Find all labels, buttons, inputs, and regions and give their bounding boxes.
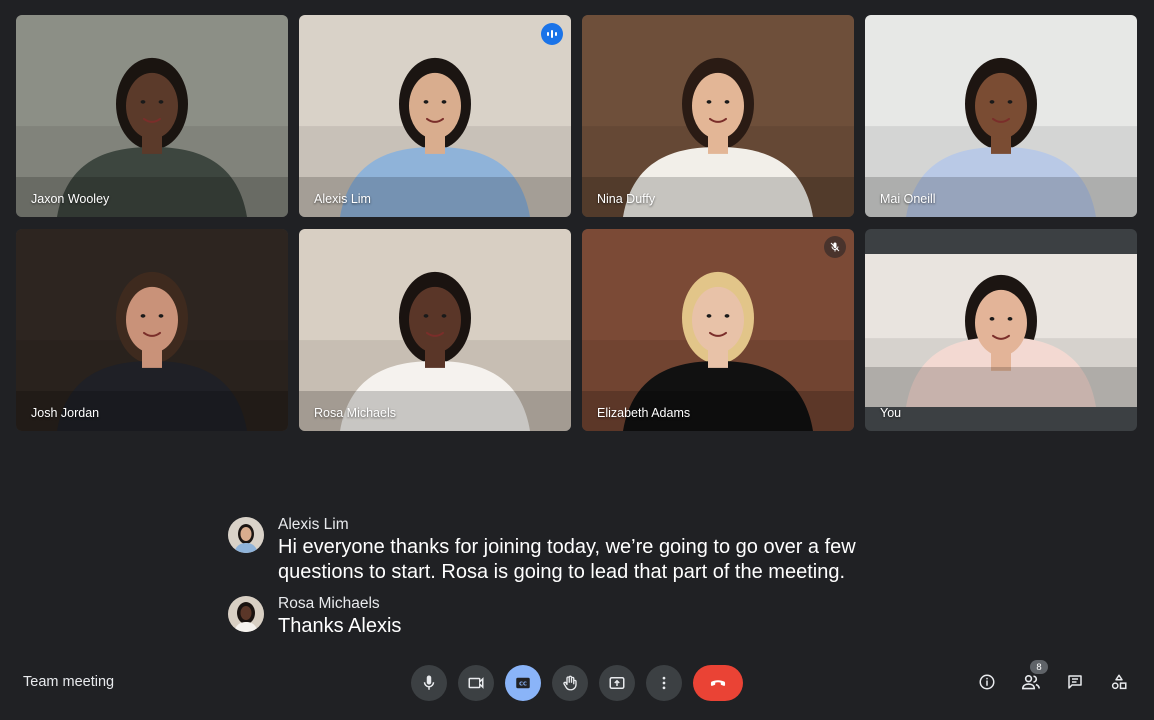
- participant-tile[interactable]: Mai Oneill: [865, 15, 1137, 217]
- info-icon: [979, 674, 995, 690]
- captions-button[interactable]: CC: [505, 665, 541, 701]
- caption-entry: Rosa Michaels Thanks Alexis: [228, 594, 928, 639]
- more-vert-icon: [662, 676, 666, 690]
- participant-video: [16, 15, 288, 217]
- svg-text:CC: CC: [519, 681, 527, 687]
- call-end-icon: [710, 680, 726, 686]
- mic-off-icon: [824, 236, 846, 258]
- captions-panel: Alexis Lim Hi everyone thanks for joinin…: [228, 515, 928, 648]
- participant-name: Nina Duffy: [597, 192, 656, 206]
- chat-icon: [1068, 675, 1082, 689]
- participant-video: [582, 229, 854, 431]
- activities-button[interactable]: [1104, 666, 1134, 698]
- present-button[interactable]: [599, 665, 635, 701]
- participant-name: Rosa Michaels: [314, 406, 396, 420]
- participant-tile[interactable]: Jaxon Wooley: [16, 15, 288, 217]
- avatar: [228, 517, 264, 553]
- leave-call-button[interactable]: [693, 665, 743, 701]
- self-video: [865, 254, 1137, 407]
- participant-name: Mai Oneill: [880, 192, 936, 206]
- participant-name: You: [880, 406, 902, 420]
- participant-tile[interactable]: Rosa Michaels: [299, 229, 571, 431]
- activities-icon: [1111, 674, 1127, 690]
- caption-text: Hi everyone thanks for joining today, we…: [278, 536, 856, 583]
- participant-video: [299, 229, 571, 431]
- participant-video: [299, 15, 571, 217]
- side-panel-controls: 8: [972, 660, 1134, 698]
- participant-name: Jaxon Wooley: [31, 192, 110, 206]
- caption-text: Thanks Alexis: [278, 615, 402, 637]
- participant-count-badge: 8: [1030, 660, 1048, 674]
- participant-video: [865, 15, 1137, 217]
- videocam-icon: [468, 677, 484, 689]
- present-screen-icon: [609, 677, 625, 689]
- avatar: [228, 596, 264, 632]
- more-options-button[interactable]: [646, 665, 682, 701]
- mic-icon: [423, 675, 435, 690]
- participant-name: Alexis Lim: [314, 192, 371, 206]
- people-button[interactable]: 8: [1016, 660, 1048, 698]
- mic-button[interactable]: [411, 665, 447, 701]
- camera-button[interactable]: [458, 665, 494, 701]
- speaking-indicator-icon: [541, 23, 563, 45]
- meeting-title[interactable]: Team meeting: [23, 674, 114, 690]
- participant-video: [582, 15, 854, 217]
- participant-name: Elizabeth Adams: [597, 406, 691, 420]
- self-view-tile[interactable]: You: [865, 229, 1137, 431]
- call-controls: CC: [411, 665, 743, 701]
- hand-icon: [563, 675, 577, 691]
- participant-video: [16, 229, 288, 431]
- participant-tile[interactable]: Elizabeth Adams: [582, 229, 854, 431]
- caption-speaker: Alexis Lim: [278, 516, 349, 533]
- participant-tile[interactable]: Josh Jordan: [16, 229, 288, 431]
- caption-entry: Alexis Lim Hi everyone thanks for joinin…: [228, 515, 928, 585]
- participant-tile[interactable]: Alexis Lim: [299, 15, 571, 217]
- meeting-details-button[interactable]: [972, 666, 1002, 698]
- closed-caption-icon: CC: [516, 677, 530, 689]
- chat-button[interactable]: [1060, 666, 1090, 698]
- participant-tile[interactable]: Nina Duffy: [582, 15, 854, 217]
- people-icon: [1021, 675, 1040, 690]
- participant-name: Josh Jordan: [31, 406, 100, 420]
- participant-grid: Jaxon Wooley Alexis Lim Nina Duffy Mai O…: [16, 15, 1137, 431]
- caption-speaker: Rosa Michaels: [278, 595, 380, 612]
- raise-hand-button[interactable]: [552, 665, 588, 701]
